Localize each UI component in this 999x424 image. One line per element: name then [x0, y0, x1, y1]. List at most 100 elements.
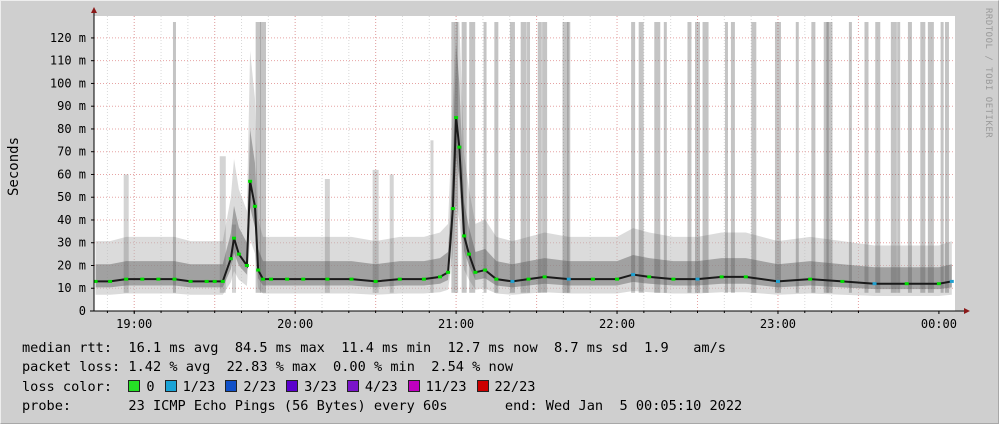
smoke-spike — [527, 22, 531, 293]
smoke-spike — [567, 22, 571, 293]
loss-color-label-text: 0 — [146, 379, 155, 395]
loss-color-item: 1/23 — [164, 379, 215, 395]
median-point — [438, 275, 443, 279]
loss-color-swatch — [164, 380, 177, 392]
median-point — [204, 279, 209, 283]
loss-color-swatch — [225, 380, 238, 392]
smoke-spike — [469, 22, 476, 293]
x-axis-arrow — [964, 308, 970, 314]
smoke-spike — [890, 22, 897, 293]
loss-color-label-text: 3/23 — [304, 379, 337, 395]
median-point — [446, 270, 451, 274]
median-point — [808, 277, 813, 281]
smoke-spike — [695, 22, 701, 293]
smoke-spike — [920, 22, 926, 293]
median-point — [494, 277, 499, 281]
x-tick-label: 21:00 — [438, 317, 474, 331]
legend-loss-row: packet loss: 1.42 % avg 22.83 % max 0.00… — [22, 359, 514, 375]
median-point — [840, 279, 845, 283]
loss-min: 0.00 % min — [333, 359, 415, 375]
loss-avg: 1.42 % avg — [128, 359, 211, 375]
median-point — [248, 179, 253, 183]
smoke-spike — [751, 22, 757, 293]
y-tick-label: 90 m — [57, 99, 86, 113]
median-point — [775, 279, 780, 283]
x-tick-label: 20:00 — [277, 317, 313, 331]
smoke-spike — [654, 22, 661, 293]
rtt-label: median rtt: — [22, 340, 113, 356]
smoke-spike — [172, 22, 176, 293]
median-point — [108, 279, 113, 283]
median-point — [252, 204, 257, 208]
median-point — [949, 279, 954, 283]
loss-color-item: 2/23 — [225, 379, 276, 395]
median-point — [695, 277, 700, 281]
loss-color-swatch — [407, 380, 420, 392]
smoke-spike — [663, 22, 667, 293]
rtt-avg: 16.1 ms avg — [128, 340, 219, 356]
smoke-spike — [483, 22, 487, 293]
median-point — [566, 277, 571, 281]
smoke-spike — [730, 22, 735, 293]
median-point — [232, 236, 237, 240]
smoke-spike — [389, 174, 394, 293]
smoke-spike — [944, 22, 949, 293]
median-point — [450, 207, 455, 211]
median-point — [466, 252, 471, 256]
smoke-spike — [897, 22, 901, 293]
smoke-spike — [259, 22, 266, 293]
median-point — [872, 282, 877, 286]
rtt-max: 84.5 ms max — [234, 340, 325, 356]
smoke-spike — [927, 22, 934, 293]
median-point — [325, 277, 330, 281]
smoke-spike — [811, 22, 816, 293]
smoke-spike — [826, 22, 833, 293]
loss-color-swatch — [476, 380, 489, 392]
x-tick-label: 22:00 — [599, 317, 635, 331]
median-point — [301, 277, 306, 281]
median-point — [244, 263, 249, 267]
median-point — [236, 252, 241, 256]
median-point — [615, 277, 620, 281]
smoke-spike — [509, 22, 515, 293]
smoke-spike — [724, 22, 728, 293]
median-point — [483, 268, 488, 272]
median-point — [542, 275, 547, 279]
median-point — [462, 234, 467, 238]
loss-now: 2.54 % now — [431, 359, 514, 375]
legend-probe-row: probe: 23 ICMP Echo Pings (56 Bytes) eve… — [22, 399, 742, 414]
rtt-min: 11.4 ms min — [341, 340, 432, 356]
rtt-now: 12.7 ms now — [447, 340, 538, 356]
median-point — [671, 277, 676, 281]
smoke-spike — [864, 22, 869, 293]
smoke-spike — [687, 22, 692, 293]
y-axis-label: Seconds — [6, 137, 22, 196]
median-point — [124, 277, 129, 281]
y-tick-label: 70 m — [57, 145, 86, 159]
loss-color-item: 0 — [128, 379, 155, 395]
median-point — [269, 277, 274, 281]
loss-color-label-text: 2/23 — [243, 379, 277, 395]
loss-color-swatch — [286, 380, 299, 392]
smoke-spike — [907, 22, 912, 293]
loss-color-swatch — [346, 380, 359, 392]
y-tick-label: 30 m — [57, 236, 86, 250]
loss-color-item: 3/23 — [286, 379, 337, 395]
smoke-spike — [123, 174, 129, 293]
x-tick-label: 23:00 — [760, 317, 796, 331]
y-tick-label: 80 m — [57, 122, 86, 136]
rtt-sd: 8.7 ms sd — [554, 340, 628, 356]
loss-color-swatches: 0 1/23 2/23 3/23 4/23 11/23 22/23 — [128, 379, 545, 395]
smoke-spike — [537, 22, 542, 293]
smoke-spike — [542, 22, 548, 293]
smoke-spike — [940, 22, 944, 293]
smoke-spike — [324, 179, 330, 293]
loss-color-item: 4/23 — [346, 379, 398, 395]
median-point — [590, 277, 595, 281]
legend-loss-color-row: loss color: 0 1/23 2/23 3/23 4/23 11/23 22/23 — [22, 380, 545, 395]
median-point — [421, 277, 426, 281]
median-point — [526, 277, 531, 281]
y-tick-label: 120 m — [50, 31, 86, 45]
x-tick-label: 00:00 — [921, 317, 957, 331]
smoke-spike — [461, 22, 467, 293]
